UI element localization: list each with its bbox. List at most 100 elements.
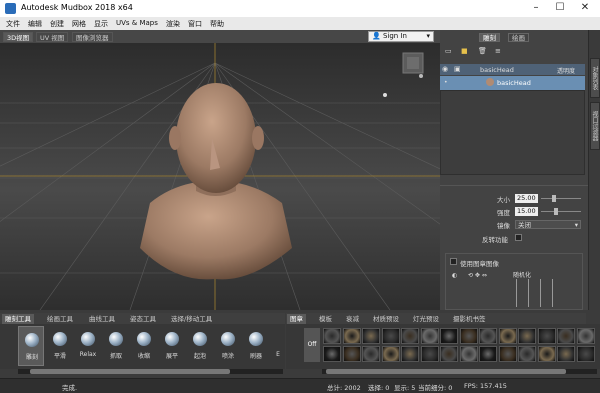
tool-spray[interactable]: 喷涂 — [215, 326, 241, 366]
delete-icon[interactable]: 🗑 — [478, 47, 487, 55]
stamp-thumbnail[interactable] — [323, 328, 341, 344]
tool-sculpt[interactable]: 雕刻 — [18, 326, 44, 366]
new-layer-icon[interactable]: ▭ — [445, 47, 452, 55]
tool-repeat[interactable]: 刷器 — [243, 326, 269, 366]
invert-function-checkbox[interactable] — [515, 234, 522, 241]
tab-falloff[interactable]: 衰减 — [343, 314, 362, 324]
stamp-thumbnail[interactable] — [440, 328, 458, 344]
tab-curve-tools[interactable]: 曲线工具 — [86, 314, 118, 324]
tool-pinch[interactable]: 收缩 — [131, 326, 157, 366]
visibility-dot-icon[interactable]: • — [444, 79, 448, 86]
stamp-thumbnail[interactable] — [401, 346, 419, 362]
menu-uvs-maps[interactable]: UVs & Maps — [116, 19, 158, 27]
stamp-thumbnail[interactable] — [420, 346, 439, 362]
strength-slider-knob[interactable] — [554, 208, 558, 215]
strength-slider[interactable] — [541, 208, 581, 215]
stamp-thumbnail[interactable] — [362, 346, 380, 362]
stamp-thumbnail[interactable] — [342, 328, 361, 344]
tool-more[interactable]: E — [270, 326, 284, 366]
use-stamp-checkbox[interactable] — [450, 258, 457, 265]
stamp-thumbnail[interactable] — [537, 346, 556, 362]
stamp-thumbnail[interactable] — [576, 346, 595, 362]
random-slider-3[interactable] — [540, 279, 541, 307]
tab-sculpt-layers[interactable]: 雕刻 — [479, 33, 500, 42]
stamp-shelf-scroll-thumb[interactable] — [326, 369, 566, 374]
stamp-thumbnail[interactable] — [381, 328, 400, 344]
tool-shelf-scroll-thumb[interactable] — [30, 369, 230, 374]
layer-toolbar: ▭ ■ 🗑 ≡ — [443, 47, 583, 57]
stamp-shelf-scrollbar[interactable] — [322, 369, 597, 374]
menu-display[interactable]: 显示 — [94, 19, 108, 29]
menu-help[interactable]: 帮助 — [210, 19, 224, 29]
tool-grab[interactable]: 抓取 — [103, 326, 129, 366]
menu-create[interactable]: 创建 — [50, 19, 64, 29]
size-slider[interactable] — [541, 195, 581, 202]
stamp-thumbnail[interactable] — [479, 346, 497, 362]
tab-viewport-filter[interactable]: 视口过滤器 — [590, 102, 600, 150]
stamp-thumbnail[interactable] — [498, 346, 517, 362]
tool-smooth[interactable]: 平滑 — [47, 326, 73, 366]
size-slider-knob[interactable] — [552, 195, 556, 202]
stamp-thumbnail[interactable] — [479, 328, 497, 344]
stamp-thumbnail[interactable] — [381, 346, 400, 362]
close-button[interactable]: ✕ — [577, 1, 593, 15]
tab-object-list[interactable]: 对象列表 — [590, 58, 600, 98]
tab-image-browser[interactable]: 图像浏览器 — [72, 32, 113, 42]
stamp-thumbnail[interactable] — [420, 328, 439, 344]
stamp-thumbnail[interactable] — [440, 346, 458, 362]
tab-pose-tools[interactable]: 姿态工具 — [127, 314, 159, 324]
tab-3d-view[interactable]: 3D视图 — [3, 32, 34, 42]
tool-relax[interactable]: Relax — [75, 326, 101, 366]
stamp-thumbnail[interactable] — [576, 328, 595, 344]
3d-viewport[interactable] — [0, 43, 440, 310]
menu-edit[interactable]: 编辑 — [28, 19, 42, 29]
maximize-button[interactable]: ☐ — [552, 1, 568, 15]
layer-row[interactable]: • basicHead — [440, 76, 585, 90]
stamp-thumbnail[interactable] — [537, 328, 556, 344]
spray-tool-icon — [221, 332, 235, 346]
tab-uv-view[interactable]: UV 视图 — [36, 32, 69, 42]
tab-stencil[interactable]: 模板 — [316, 314, 335, 324]
stamp-thumbnail[interactable] — [342, 346, 361, 362]
stamp-thumbnail[interactable] — [323, 346, 341, 362]
tab-select-move-tools[interactable]: 选择/移动工具 — [168, 314, 215, 324]
tab-paint-tools[interactable]: 绘画工具 — [44, 314, 76, 324]
stamp-thumbnail[interactable] — [518, 346, 536, 362]
stamp-thumbnail[interactable] — [459, 346, 478, 362]
stamp-thumbnail[interactable] — [362, 328, 380, 344]
menu-window[interactable]: 窗口 — [188, 19, 202, 29]
stamp-transform-icons[interactable]: ⟲ ✥ ⇔ — [468, 272, 487, 279]
stamp-thumbnail[interactable] — [518, 328, 536, 344]
settings-icon[interactable]: ≡ — [495, 47, 501, 55]
sign-in-dropdown[interactable]: 👤 Sign In ▾ — [368, 31, 434, 42]
menu-mesh[interactable]: 网格 — [72, 19, 86, 29]
tool-shelf-scrollbar[interactable] — [18, 369, 283, 374]
stamp-thumbnail[interactable] — [459, 328, 478, 344]
tab-light-presets[interactable]: 灯光预设 — [410, 314, 442, 324]
tool-flatten[interactable]: 展平 — [159, 326, 185, 366]
menu-render[interactable]: 渲染 — [166, 19, 180, 29]
stamp-thumbnail[interactable] — [401, 328, 419, 344]
eye-icon[interactable]: ◉ — [442, 65, 448, 73]
stamp-thumbnail[interactable] — [498, 328, 517, 344]
lock-icon[interactable]: ▣ — [454, 65, 461, 73]
stamp-thumbnail[interactable] — [557, 328, 575, 344]
tab-camera-bookmarks[interactable]: 摄影机书签 — [450, 314, 489, 324]
strength-field[interactable]: 15.00 — [515, 207, 538, 216]
stamp-off[interactable]: Off — [304, 328, 320, 362]
tab-stamp[interactable]: 图章 — [287, 314, 306, 324]
folder-icon[interactable]: ■ — [461, 47, 468, 55]
mirror-dropdown[interactable]: 关闭 ▾ — [515, 220, 581, 229]
stamp-thumbnail[interactable] — [557, 346, 575, 362]
tab-paint-layers[interactable]: 绘画 — [508, 33, 529, 42]
stamp-preview-icon[interactable]: ◐ — [452, 272, 457, 279]
tab-sculpt-tools[interactable]: 雕刻工具 — [2, 314, 34, 324]
random-slider-2[interactable] — [528, 279, 529, 307]
tool-foamy[interactable]: 起泡 — [187, 326, 213, 366]
menu-file[interactable]: 文件 — [6, 19, 20, 29]
minimize-button[interactable]: – — [528, 1, 544, 15]
random-slider-1[interactable] — [516, 279, 517, 307]
tab-material-presets[interactable]: 材质预设 — [370, 314, 402, 324]
random-slider-4[interactable] — [552, 279, 553, 307]
size-field[interactable]: 25.00 — [515, 194, 538, 203]
